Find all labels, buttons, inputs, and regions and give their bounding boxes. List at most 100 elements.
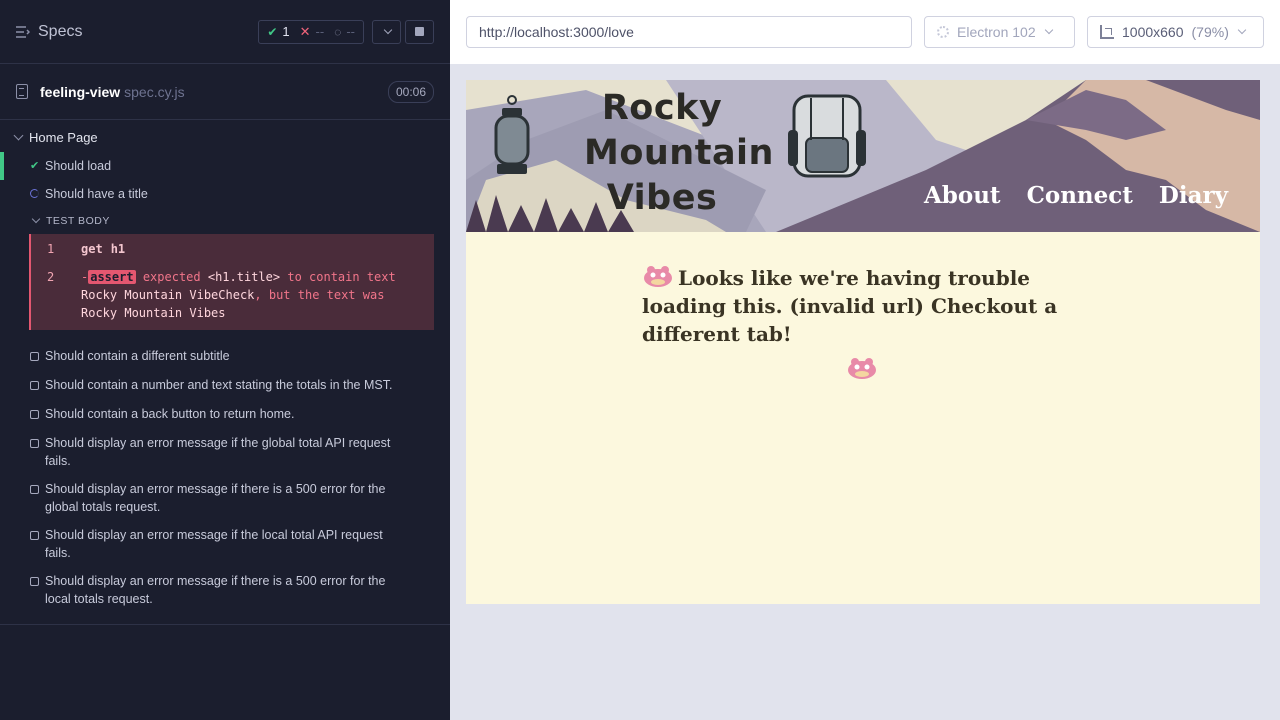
app-frame: Rocky Mountain Vibes About Connect Diary… bbox=[466, 80, 1260, 604]
test-pending[interactable]: Should display an error message if there… bbox=[0, 567, 450, 613]
test-body-header[interactable]: TEST BODY bbox=[0, 208, 450, 234]
error-text: Looks like we're having trouble loading … bbox=[642, 266, 1058, 346]
nav-about[interactable]: About bbox=[924, 182, 1001, 209]
pending-box-icon bbox=[30, 485, 39, 494]
divider bbox=[0, 613, 450, 625]
logo-line: Mountain bbox=[584, 133, 774, 173]
aut-panel: http://localhost:3000/love Electron 102 … bbox=[450, 0, 1280, 720]
chevron-down-icon bbox=[1044, 25, 1053, 35]
site-banner: Rocky Mountain Vibes About Connect Diary bbox=[466, 80, 1260, 232]
site-logo[interactable]: Rocky Mountain Vibes bbox=[584, 86, 774, 221]
passed-count: 1 bbox=[282, 24, 290, 39]
reporter-panel: Specs ✔ 1 ✕ -- ◌ -- feeling-view spec.cy.js… bbox=[0, 0, 450, 720]
aut-header: http://localhost:3000/love Electron 102 … bbox=[450, 0, 1280, 64]
command-log: 1 get h1 2 - assert expected <h1.title> to… bbox=[29, 234, 434, 330]
spec-ext: spec.cy.js bbox=[124, 83, 185, 100]
spinner-icon bbox=[30, 189, 39, 198]
test-stats: ✔ 1 ✕ -- ◌ -- bbox=[258, 19, 364, 44]
test-should-load[interactable]: ✔ Should load bbox=[0, 152, 450, 180]
test-pending[interactable]: Should contain a different subtitle bbox=[0, 342, 450, 371]
pending-box-icon bbox=[30, 577, 39, 586]
specs-label: Specs bbox=[38, 22, 83, 40]
suite-home-page[interactable]: Home Page bbox=[0, 122, 450, 152]
pending-box-icon bbox=[30, 531, 39, 540]
command-selector: h1 bbox=[110, 242, 126, 256]
test-label: Should load bbox=[45, 159, 112, 173]
command-number: 2 bbox=[47, 270, 55, 284]
assert-but: , but the text was bbox=[254, 288, 385, 302]
pending-box-icon bbox=[30, 352, 39, 361]
stats-bar: ✔ 1 ✕ -- ◌ -- bbox=[258, 19, 434, 44]
test-pending[interactable]: Should contain a back button to return h… bbox=[0, 400, 450, 429]
pending-icon: ◌ bbox=[334, 24, 342, 39]
test-label: Should contain a different subtitle bbox=[45, 349, 230, 363]
ruler-icon bbox=[1100, 25, 1114, 39]
chevron-down-icon bbox=[31, 214, 41, 224]
browser-selector[interactable]: Electron 102 bbox=[924, 16, 1075, 48]
test-label: Should display an error message if there… bbox=[45, 574, 386, 606]
command-assert[interactable]: 2 - assert expected <h1.title> to contain… bbox=[31, 266, 434, 324]
site-nav: About Connect Diary bbox=[924, 182, 1228, 209]
assert-actual-text: Rocky Mountain Vibes bbox=[81, 306, 226, 320]
failed-count: -- bbox=[315, 24, 325, 39]
test-body-label: TEST BODY bbox=[46, 215, 110, 227]
check-icon: ✔ bbox=[267, 24, 278, 39]
test-pending[interactable]: Should display an error message if the l… bbox=[0, 521, 450, 567]
logo-line: Rocky bbox=[601, 88, 723, 128]
passed-stat: ✔ 1 bbox=[267, 24, 289, 39]
command-name: get bbox=[81, 242, 103, 256]
pending-box-icon bbox=[30, 381, 39, 390]
test-label: Should contain a back button to return h… bbox=[45, 407, 295, 421]
assert-element: <h1.title> bbox=[207, 270, 281, 284]
browser-label: Electron 102 bbox=[957, 24, 1036, 40]
specs-list-icon bbox=[16, 25, 30, 38]
test-label: Should have a title bbox=[45, 187, 148, 201]
test-label: Should display an error message if the g… bbox=[45, 436, 391, 468]
zoom-level: (79%) bbox=[1191, 24, 1229, 40]
spec-header: feeling-view spec.cy.js 00:06 bbox=[0, 64, 450, 120]
x-icon: ✕ bbox=[299, 23, 311, 39]
assert-expected-text: Rocky Mountain VibeCheck bbox=[81, 288, 255, 302]
stop-icon bbox=[415, 27, 424, 36]
electron-icon bbox=[937, 26, 949, 38]
check-icon: ✔ bbox=[30, 160, 40, 172]
test-label: Should contain a number and text stating… bbox=[45, 378, 393, 392]
reporter-header: Specs ✔ 1 ✕ -- ◌ -- bbox=[0, 0, 450, 64]
pending-box-icon bbox=[30, 410, 39, 419]
pending-count: -- bbox=[346, 24, 355, 39]
test-pending[interactable]: Should contain a number and text stating… bbox=[0, 371, 450, 400]
chevron-down-icon bbox=[13, 130, 24, 140]
pending-box-icon bbox=[30, 439, 39, 448]
error-message: Looks like we're having trouble loading … bbox=[642, 264, 1102, 380]
chevron-down-icon bbox=[383, 25, 392, 34]
spec-name[interactable]: feeling-view bbox=[40, 84, 120, 100]
specs-button[interactable]: Specs bbox=[16, 23, 82, 41]
nav-diary[interactable]: Diary bbox=[1159, 182, 1228, 209]
pending-stat: ◌ -- bbox=[334, 24, 355, 39]
test-label: Should display an error message if there… bbox=[45, 482, 386, 514]
failed-stat: ✕ -- bbox=[300, 24, 325, 40]
command-get[interactable]: 1 get h1 bbox=[31, 238, 434, 260]
chevron-down-icon bbox=[1237, 25, 1247, 35]
test-pending[interactable]: Should display an error message if the g… bbox=[0, 429, 450, 475]
slowpoke-icon bbox=[848, 358, 876, 379]
viewport-info[interactable]: 1000x660 (79%) bbox=[1087, 16, 1264, 48]
assert-contain: to contain text bbox=[287, 270, 396, 284]
command-number: 1 bbox=[47, 242, 55, 256]
collapse-button[interactable] bbox=[372, 19, 401, 44]
assert-tag: assert bbox=[88, 270, 136, 284]
assert-expected: expected bbox=[142, 270, 201, 284]
backpack-icon bbox=[788, 94, 866, 178]
slowpoke-icon bbox=[644, 266, 672, 287]
test-pending[interactable]: Should display an error message if there… bbox=[0, 475, 450, 521]
url-bar[interactable]: http://localhost:3000/love bbox=[466, 16, 912, 48]
file-icon bbox=[16, 84, 28, 99]
test-should-have-title[interactable]: Should have a title bbox=[0, 180, 450, 208]
nav-connect[interactable]: Connect bbox=[1027, 182, 1133, 209]
test-label: Should display an error message if the l… bbox=[45, 528, 383, 560]
suite-label: Home Page bbox=[29, 129, 98, 145]
logo-line: Vibes bbox=[606, 178, 718, 218]
viewport-size: 1000x660 bbox=[1122, 24, 1184, 40]
stop-button[interactable] bbox=[405, 19, 434, 44]
duration-badge: 00:06 bbox=[387, 80, 434, 103]
